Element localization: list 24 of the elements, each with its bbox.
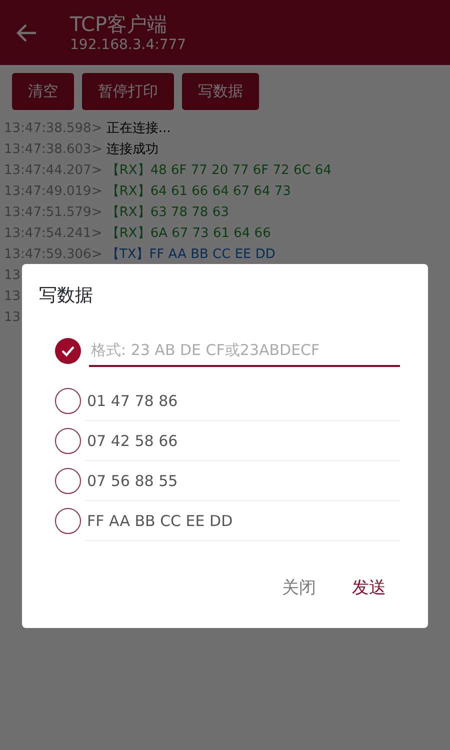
app-title: TCP客户端 <box>70 12 168 36</box>
check-icon <box>61 345 75 357</box>
server-address: 192.168.3.4:777 <box>70 36 186 54</box>
preset-option[interactable]: 07 42 58 66 <box>85 421 400 461</box>
log-message: 【RX】64 61 66 64 67 64 73 <box>106 184 291 198</box>
radio-button[interactable] <box>55 388 81 414</box>
radio-button[interactable] <box>55 338 81 364</box>
dialog-button[interactable]: 发送 <box>346 575 392 602</box>
radio-button[interactable] <box>55 428 81 454</box>
preset-option[interactable]: FF AA BB CC EE DD <box>85 501 400 541</box>
log-message: 【TX】FF AA BB CC EE DD <box>106 246 276 262</box>
log-message: 【RX】6A 67 73 61 64 66 <box>106 226 271 240</box>
dialog-title: 写数据 <box>39 284 94 308</box>
dialog-button[interactable]: 关闭 <box>276 575 322 602</box>
back-button[interactable] <box>16 22 38 44</box>
log-message: 正在连接... <box>106 120 171 136</box>
log-message: 【RX】63 78 78 63 <box>106 204 229 220</box>
preset-option[interactable]: 01 47 78 86 <box>85 381 400 421</box>
preset-option[interactable]: 07 56 88 55 <box>85 461 400 501</box>
back-arrow-icon <box>16 22 38 44</box>
log-message: 【RX】48 6F 77 20 77 6F 72 6C 64 <box>106 162 332 178</box>
radio-button[interactable] <box>55 508 81 534</box>
log-message: 连接成功 <box>106 142 158 156</box>
radio-button[interactable] <box>55 468 81 494</box>
